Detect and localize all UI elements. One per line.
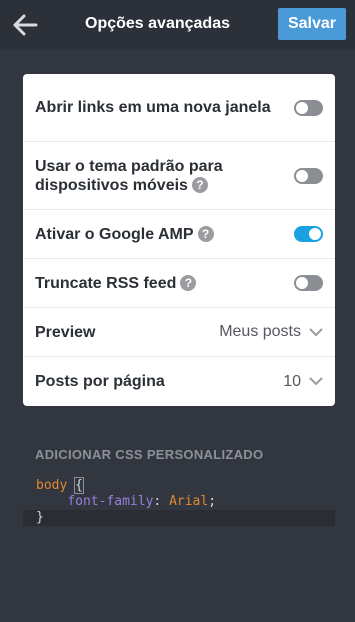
preview-value: Meus posts <box>219 323 301 340</box>
open-links-toggle[interactable] <box>294 99 323 116</box>
default-theme-label-wrap: Usar o tema padrão para dispositivos móv… <box>35 157 294 195</box>
css-colon: : <box>153 494 162 509</box>
help-icon[interactable]: ? <box>197 225 214 242</box>
google-amp-label-wrap: Ativar o Google AMP? <box>35 225 294 244</box>
css-selector: body <box>36 478 68 493</box>
help-icon[interactable]: ? <box>191 176 208 193</box>
css-property: font-family <box>67 494 154 509</box>
toggle-knob <box>296 169 308 182</box>
google-amp-toggle[interactable] <box>294 226 323 242</box>
css-editor[interactable]: body { font-family: Arial; } <box>23 477 335 526</box>
code-line-active: } <box>23 510 335 526</box>
truncate-rss-label-wrap: Truncate RSS feed? <box>35 274 294 293</box>
posts-per-page-value: 10 <box>283 372 301 390</box>
top-bar: Opções avançadas Salvar <box>0 0 355 50</box>
custom-css-heading: ADICIONAR CSS PERSONALIZADO <box>35 447 264 462</box>
settings-card: Abrir links em uma nova janela Usar o te… <box>23 74 335 406</box>
setting-preview: Preview Meus posts <box>23 308 335 357</box>
help-icon[interactable]: ? <box>180 274 197 291</box>
posts-per-page-select[interactable]: 10 <box>283 373 323 391</box>
setting-default-theme: Usar o tema padrão para dispositivos móv… <box>23 142 335 210</box>
open-links-label: Abrir links em uma nova janela <box>35 99 271 116</box>
setting-posts-per-page: Posts por página 10 <box>23 357 335 406</box>
toggle-knob <box>296 277 308 289</box>
truncate-rss-label: Truncate RSS feed <box>35 274 177 292</box>
setting-open-links: Abrir links em uma nova janela <box>23 74 335 142</box>
setting-google-amp: Ativar o Google AMP? <box>23 210 335 259</box>
preview-select[interactable]: Meus posts <box>219 323 323 341</box>
posts-per-page-label: Posts por página <box>35 373 165 390</box>
toggle-knob <box>296 101 308 114</box>
google-amp-label: Ativar o Google AMP <box>35 225 194 243</box>
preview-label: Preview <box>35 323 96 341</box>
code-line: body { <box>23 477 335 494</box>
close-brace: } <box>36 510 44 525</box>
css-value: Arial <box>169 494 209 509</box>
save-button[interactable]: Salvar <box>278 8 346 40</box>
toggle-knob <box>309 228 321 240</box>
open-brace: { <box>74 477 84 494</box>
default-theme-toggle[interactable] <box>294 167 323 184</box>
truncate-rss-toggle[interactable] <box>294 275 323 291</box>
setting-truncate-rss: Truncate RSS feed? <box>23 259 335 308</box>
css-semicolon: ; <box>208 494 217 509</box>
chevron-down-icon <box>309 377 323 386</box>
chevron-down-icon <box>309 328 323 337</box>
code-line: font-family: Arial; <box>23 494 335 510</box>
